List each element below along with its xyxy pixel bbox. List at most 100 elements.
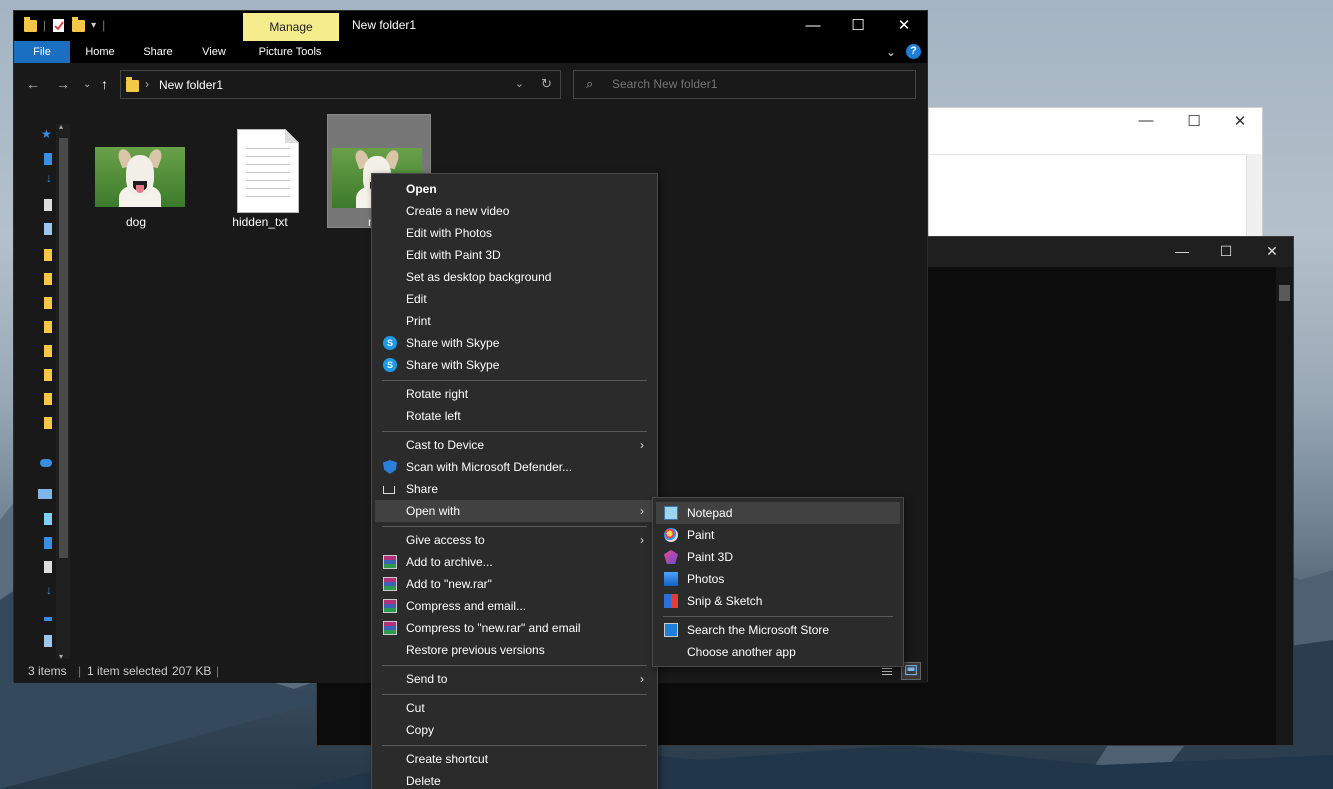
scrollbar[interactable]: [1246, 154, 1262, 241]
folder-icon[interactable]: [44, 249, 52, 261]
back-arrow-icon[interactable]: ←: [26, 76, 40, 92]
onedrive-icon[interactable]: [40, 459, 52, 467]
file-item-dog[interactable]: dog: [84, 115, 188, 229]
chevron-down-icon[interactable]: ⌄: [515, 77, 524, 90]
manage-tab[interactable]: Manage: [243, 13, 339, 41]
menu-item-edit-with-paint3d[interactable]: Edit with Paint 3D: [375, 244, 654, 266]
large-icons-view-icon[interactable]: [901, 662, 921, 680]
maximize-icon[interactable]: ☐: [1179, 112, 1209, 130]
menu-item-share[interactable]: Share: [375, 478, 654, 500]
menu-item-restore-previous-versions[interactable]: Restore previous versions: [375, 639, 654, 661]
scroll-thumb[interactable]: [1279, 285, 1290, 301]
menu-item-share-with-skype[interactable]: S Share with Skype: [375, 332, 654, 354]
menu-item-add-to-new-rar[interactable]: Add to "new.rar": [375, 573, 654, 595]
menu-item-scan-defender[interactable]: Scan with Microsoft Defender...: [375, 456, 654, 478]
menu-item-cut[interactable]: Cut: [375, 697, 654, 719]
menu-item-edit[interactable]: Edit: [375, 288, 654, 310]
pictures-icon[interactable]: [44, 635, 52, 647]
menu-item-create-video[interactable]: Create a new video: [375, 200, 654, 222]
menu-item-send-to[interactable]: Send to ›: [375, 668, 654, 690]
maximize-icon[interactable]: ☐: [1211, 243, 1241, 260]
properties-icon[interactable]: [52, 17, 66, 33]
expand-ribbon-icon[interactable]: ⌄: [886, 45, 896, 59]
menu-item-share-with-skype-2[interactable]: S Share with Skype: [375, 354, 654, 376]
folder-icon[interactable]: [44, 273, 52, 285]
documents-icon[interactable]: [44, 561, 52, 573]
menu-item-open-with[interactable]: Open with ›: [375, 500, 654, 522]
new-folder-icon[interactable]: [72, 17, 86, 32]
search-input[interactable]: [612, 77, 902, 91]
minimize-icon[interactable]: —: [790, 15, 836, 37]
menu-item-delete[interactable]: Delete: [375, 770, 654, 789]
app-item-notepad[interactable]: Notepad: [656, 502, 900, 524]
this-pc-icon[interactable]: [38, 489, 52, 499]
app-item-paint[interactable]: Paint: [656, 524, 900, 546]
app-item-microsoft-store[interactable]: Search the Microsoft Store: [656, 619, 900, 641]
vertical-scrollbar[interactable]: [1276, 267, 1293, 745]
navigation-pane-scrollbar[interactable]: ▴ ▾: [56, 122, 70, 661]
menu-item-compress-to-new-rar-email[interactable]: Compress to "new.rar" and email: [375, 617, 654, 639]
folder-icon[interactable]: [44, 297, 52, 309]
minimize-icon[interactable]: —: [1167, 243, 1197, 259]
app-item-label: Paint: [687, 528, 715, 542]
downloads-icon[interactable]: ↓: [46, 171, 52, 185]
tab-share[interactable]: Share: [136, 41, 180, 63]
paint3d-icon: [664, 550, 678, 564]
documents-icon[interactable]: [44, 199, 52, 211]
desktop-icon[interactable]: [44, 153, 52, 165]
address-path[interactable]: New folder1: [159, 78, 223, 92]
menu-item-compress-and-email[interactable]: Compress and email...: [375, 595, 654, 617]
app-item-paint3d[interactable]: Paint 3D: [656, 546, 900, 568]
file-item-hidden-txt[interactable]: hidden_txt: [208, 115, 312, 229]
downloads-icon[interactable]: ↓: [46, 583, 52, 597]
close-icon[interactable]: ✕: [1225, 112, 1255, 130]
close-icon[interactable]: ✕: [881, 15, 927, 37]
menu-item-give-access[interactable]: Give access to ›: [375, 529, 654, 551]
tab-picture-tools[interactable]: Picture Tools: [250, 41, 330, 63]
app-item-photos[interactable]: Photos: [656, 568, 900, 590]
forward-arrow-icon[interactable]: →: [56, 76, 70, 92]
folder-icon[interactable]: [44, 345, 52, 357]
menu-item-add-to-archive[interactable]: Add to archive...: [375, 551, 654, 573]
folder-icon[interactable]: [44, 417, 52, 429]
refresh-icon[interactable]: ↻: [541, 76, 552, 92]
3d-objects-icon[interactable]: [44, 513, 52, 525]
folder-icon[interactable]: [44, 369, 52, 381]
folder-icon[interactable]: [44, 321, 52, 333]
menu-item-rotate-left[interactable]: Rotate left: [375, 405, 654, 427]
chevron-right-icon[interactable]: ›: [145, 77, 149, 91]
customize-dropdown-icon[interactable]: ▾: [91, 20, 96, 31]
menu-item-print[interactable]: Print: [375, 310, 654, 332]
tab-file[interactable]: File: [14, 41, 70, 63]
help-icon[interactable]: ?: [906, 44, 921, 59]
minimize-icon[interactable]: —: [1131, 112, 1161, 129]
menu-item-create-shortcut[interactable]: Create shortcut: [375, 748, 654, 770]
up-arrow-icon[interactable]: ↑: [101, 76, 108, 92]
menu-item-copy[interactable]: Copy: [375, 719, 654, 741]
quick-access-star-icon[interactable]: ★: [41, 127, 52, 141]
tab-view[interactable]: View: [194, 41, 234, 63]
pictures-icon[interactable]: [44, 223, 52, 235]
share-icon: [383, 486, 395, 494]
address-bar[interactable]: › New folder1 ⌄ ↻: [120, 70, 561, 99]
close-icon[interactable]: ✕: [1257, 243, 1287, 260]
menu-item-rotate-right[interactable]: Rotate right: [375, 383, 654, 405]
app-item-snip-sketch[interactable]: Snip & Sketch: [656, 590, 900, 612]
skype-icon: S: [383, 336, 397, 350]
app-item-choose-another[interactable]: Choose another app: [656, 641, 900, 663]
recent-locations-icon[interactable]: ⌄: [83, 79, 91, 90]
tab-home[interactable]: Home: [78, 41, 122, 63]
menu-item-set-desktop-background[interactable]: Set as desktop background: [375, 266, 654, 288]
search-box[interactable]: ⌕: [573, 70, 916, 99]
maximize-icon[interactable]: ☐: [835, 15, 881, 37]
selection-size: 207 KB: [172, 664, 212, 678]
folder-icon[interactable]: [44, 393, 52, 405]
menu-item-cast-to-device[interactable]: Cast to Device ›: [375, 434, 654, 456]
desktop-icon[interactable]: [44, 537, 52, 549]
menu-item-open[interactable]: Open: [375, 178, 654, 200]
chevron-up-icon[interactable]: ▴: [59, 122, 63, 131]
music-icon[interactable]: [44, 617, 52, 621]
notepad-icon: [664, 506, 678, 520]
scroll-thumb[interactable]: [59, 138, 68, 558]
menu-item-edit-with-photos[interactable]: Edit with Photos: [375, 222, 654, 244]
